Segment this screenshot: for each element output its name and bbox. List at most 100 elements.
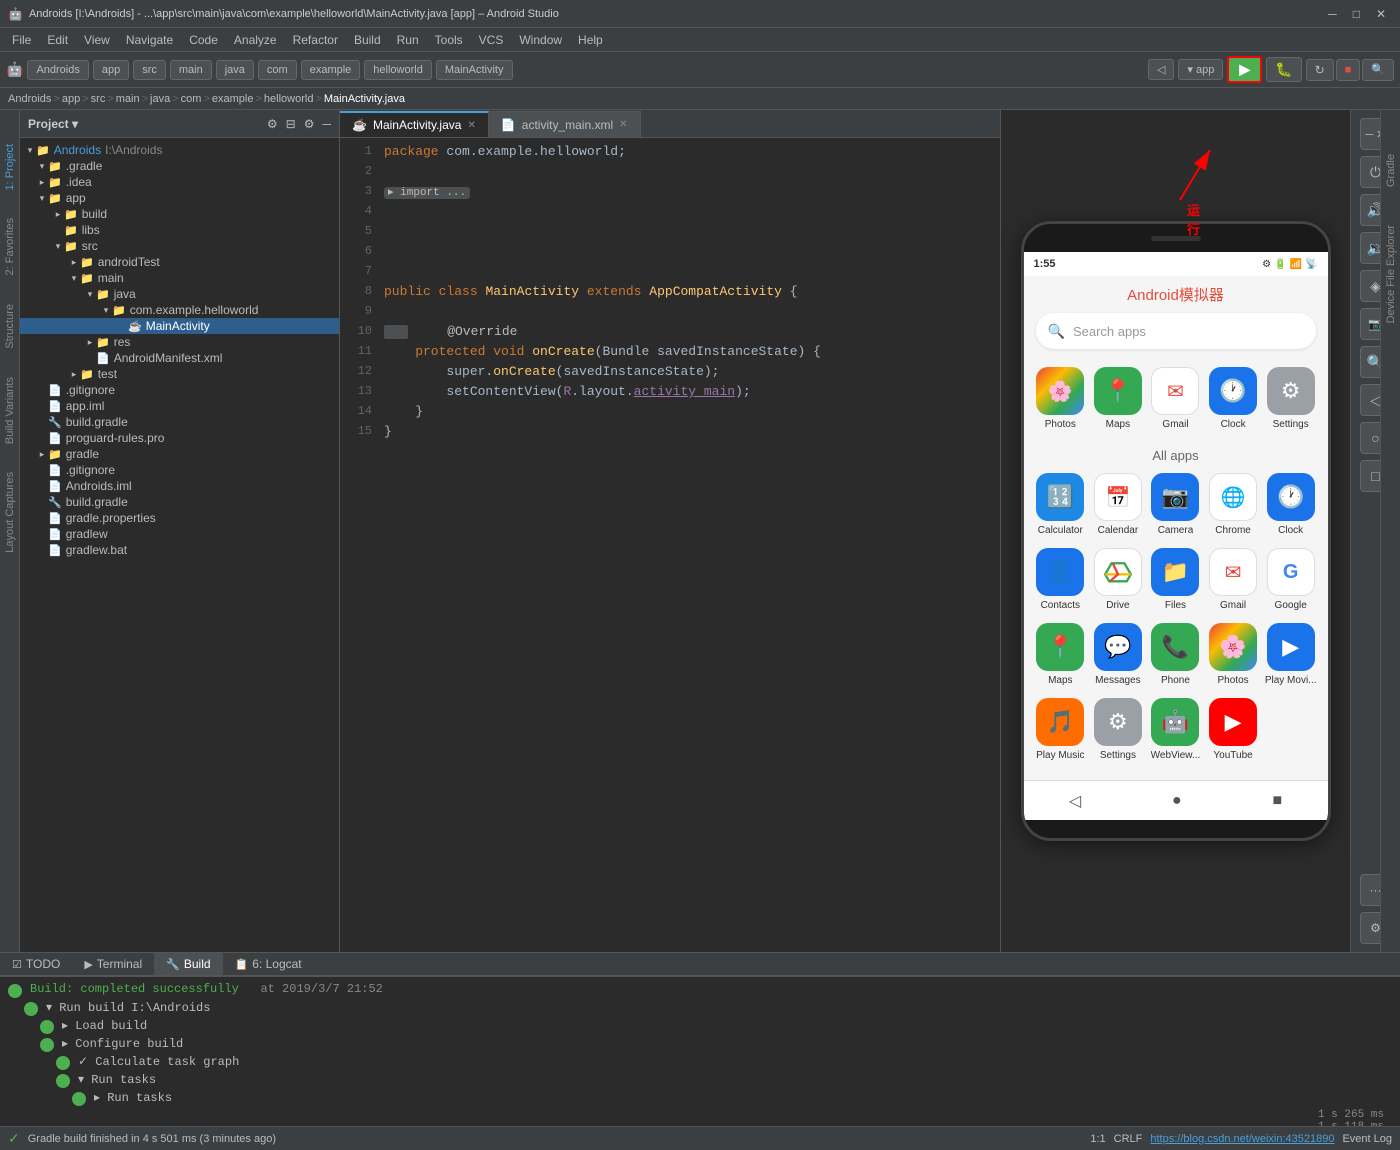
menu-item-code[interactable]: Code (181, 31, 226, 49)
breadcrumb-main[interactable]: main (170, 60, 212, 80)
tree-idea[interactable]: ▸ 📁 .idea (20, 174, 339, 190)
sidebar-sync-icon[interactable]: ⚙ (267, 117, 278, 131)
tab-close-icon[interactable]: ✕ (467, 120, 475, 131)
app-playmovies[interactable]: ▶ Play Movi... (1262, 617, 1320, 692)
bc-example[interactable]: example (212, 93, 254, 105)
sidebar-collapse-icon[interactable]: ⊟ (286, 117, 296, 131)
tree-manifest[interactable]: 📄 AndroidManifest.xml (20, 350, 339, 366)
bc-java[interactable]: java (150, 93, 170, 105)
tree-src[interactable]: ▾ 📁 src (20, 238, 339, 254)
app-google[interactable]: G Google (1262, 542, 1320, 617)
code-editor[interactable]: 1 package com.example.helloworld; 2 3 ▸ … (340, 138, 1000, 952)
close-button[interactable]: ✕ (1370, 7, 1392, 21)
tree-package[interactable]: ▾ 📁 com.example.helloworld (20, 302, 339, 318)
bc-com[interactable]: com (181, 93, 202, 105)
lvtab-structure[interactable]: Structure (2, 300, 18, 353)
tree-main[interactable]: ▾ 📁 main (20, 270, 339, 286)
app-files[interactable]: 📁 Files (1147, 542, 1205, 617)
bc-src[interactable]: src (91, 93, 106, 105)
nav-back-btn[interactable]: ◁ (1069, 791, 1081, 811)
tree-java[interactable]: ▾ 📁 java (20, 286, 339, 302)
tree-mainactivity[interactable]: ☕ MainActivity (20, 318, 339, 334)
app-calculator[interactable]: 🔢 Calculator (1032, 467, 1090, 542)
tree-app[interactable]: ▾ 📁 app (20, 190, 339, 206)
search-icon[interactable]: 🔍 (1362, 59, 1394, 81)
vtab-gradle[interactable]: Gradle (1383, 150, 1399, 191)
app-maps-top[interactable]: 📍 Maps (1089, 361, 1147, 436)
vtab-device-explorer[interactable]: Device File Explorer (1383, 221, 1399, 327)
stop-icon[interactable]: ■ (1336, 59, 1361, 81)
sidebar-close-icon[interactable]: ─ (322, 117, 331, 131)
tree-test[interactable]: ▸ 📁 test (20, 366, 339, 382)
tree-gitignore1[interactable]: 📄 .gitignore (20, 382, 339, 398)
menu-item-build[interactable]: Build (346, 31, 389, 49)
nav-recent-btn[interactable]: ■ (1272, 792, 1282, 810)
sidebar-project-label[interactable]: Project ▾ (28, 117, 78, 131)
tree-libs[interactable]: 📁 libs (20, 222, 339, 238)
breadcrumb-mainactivity[interactable]: MainActivity (436, 60, 513, 80)
menu-item-file[interactable]: File (4, 31, 39, 49)
app-playmusic[interactable]: 🎵 Play Music (1032, 692, 1090, 767)
tab-build[interactable]: 🔧 Build (154, 953, 222, 975)
app-phone[interactable]: 📞 Phone (1147, 617, 1205, 692)
app-drive[interactable]: Drive (1089, 542, 1147, 617)
app-youtube[interactable]: ▶ YouTube (1204, 692, 1262, 767)
breadcrumb-java[interactable]: java (216, 60, 254, 80)
menu-item-analyze[interactable]: Analyze (226, 31, 285, 49)
tree-buildgradle2[interactable]: 🔧 build.gradle (20, 494, 339, 510)
bc-helloworld[interactable]: helloworld (264, 93, 314, 105)
debug-button[interactable]: 🐛 (1266, 57, 1301, 82)
app-webview[interactable]: 🤖 WebView... (1147, 692, 1205, 767)
menu-item-help[interactable]: Help (570, 31, 611, 49)
menu-item-navigate[interactable]: Navigate (118, 31, 181, 49)
menu-item-vcs[interactable]: VCS (471, 31, 512, 49)
tree-gradle-folder[interactable]: ▸ 📁 gradle (20, 446, 339, 462)
tree-gradle[interactable]: ▾ 📁 .gradle (20, 158, 339, 174)
tree-androidsiml[interactable]: 📄 Androids.iml (20, 478, 339, 494)
app-contacts[interactable]: 👤 Contacts (1032, 542, 1090, 617)
bc-mainactivity-file[interactable]: MainActivity.java (324, 93, 405, 105)
app-calendar[interactable]: 📅 Calendar (1089, 467, 1147, 542)
tree-buildgradle1[interactable]: 🔧 build.gradle (20, 414, 339, 430)
app-gmail-top[interactable]: ✉ Gmail (1147, 361, 1205, 436)
tree-root[interactable]: ▾ 📁 Androids I:\Androids (20, 142, 339, 158)
breadcrumb-example[interactable]: example (301, 60, 361, 80)
app-chrome[interactable]: 🌐 Chrome (1204, 467, 1262, 542)
breadcrumb-androids[interactable]: Androids (27, 60, 88, 80)
app-photos2[interactable]: 🌸 Photos (1204, 617, 1262, 692)
breadcrumb-app[interactable]: app (93, 60, 129, 80)
tab-todo[interactable]: ☑ TODO (0, 953, 72, 975)
toolbar-back-button[interactable]: ◁ (1148, 59, 1174, 80)
tree-proguard[interactable]: 📄 proguard-rules.pro (20, 430, 339, 446)
lvtab-build-variants[interactable]: Build Variants (2, 373, 18, 448)
bc-app[interactable]: app (62, 93, 80, 105)
tab-mainactivity[interactable]: ☕ MainActivity.java ✕ (340, 111, 489, 137)
tab-logcat[interactable]: 📋 6: Logcat (223, 953, 314, 975)
lvtab-project[interactable]: 1: Project (2, 140, 18, 194)
app-messages[interactable]: 💬 Messages (1089, 617, 1147, 692)
menu-item-window[interactable]: Window (511, 31, 570, 49)
tree-gradlewbat[interactable]: 📄 gradlew.bat (20, 542, 339, 558)
app-clock[interactable]: 🕐 Clock (1262, 467, 1320, 542)
bc-main[interactable]: main (116, 93, 140, 105)
lvtab-layout-captures[interactable]: Layout Captures (2, 468, 18, 557)
menu-item-tools[interactable]: Tools (427, 31, 471, 49)
tab-terminal[interactable]: ▶ Terminal (72, 953, 154, 975)
tree-androidtest[interactable]: ▸ 📁 androidTest (20, 254, 339, 270)
breadcrumb-com[interactable]: com (258, 60, 297, 80)
menu-item-view[interactable]: View (76, 31, 118, 49)
run-button[interactable]: ▶ (1227, 56, 1262, 83)
nav-home-btn[interactable]: ● (1172, 792, 1182, 810)
tree-appiml[interactable]: 📄 app.iml (20, 398, 339, 414)
bc-androids[interactable]: Androids (8, 93, 51, 105)
sidebar-settings-icon[interactable]: ⚙ (304, 117, 315, 131)
menu-item-run[interactable]: Run (389, 31, 427, 49)
app-camera[interactable]: 📷 Camera (1147, 467, 1205, 542)
breadcrumb-src[interactable]: src (133, 60, 166, 80)
event-log[interactable]: Event Log (1342, 1133, 1392, 1145)
app-search-bar[interactable]: 🔍 Search apps (1036, 313, 1316, 349)
tab-xml-close-icon[interactable]: ✕ (619, 119, 627, 130)
app-settings2[interactable]: ⚙ Settings (1089, 692, 1147, 767)
menu-item-edit[interactable]: Edit (39, 31, 76, 49)
app-photos-top[interactable]: 🌸 Photos (1032, 361, 1090, 436)
